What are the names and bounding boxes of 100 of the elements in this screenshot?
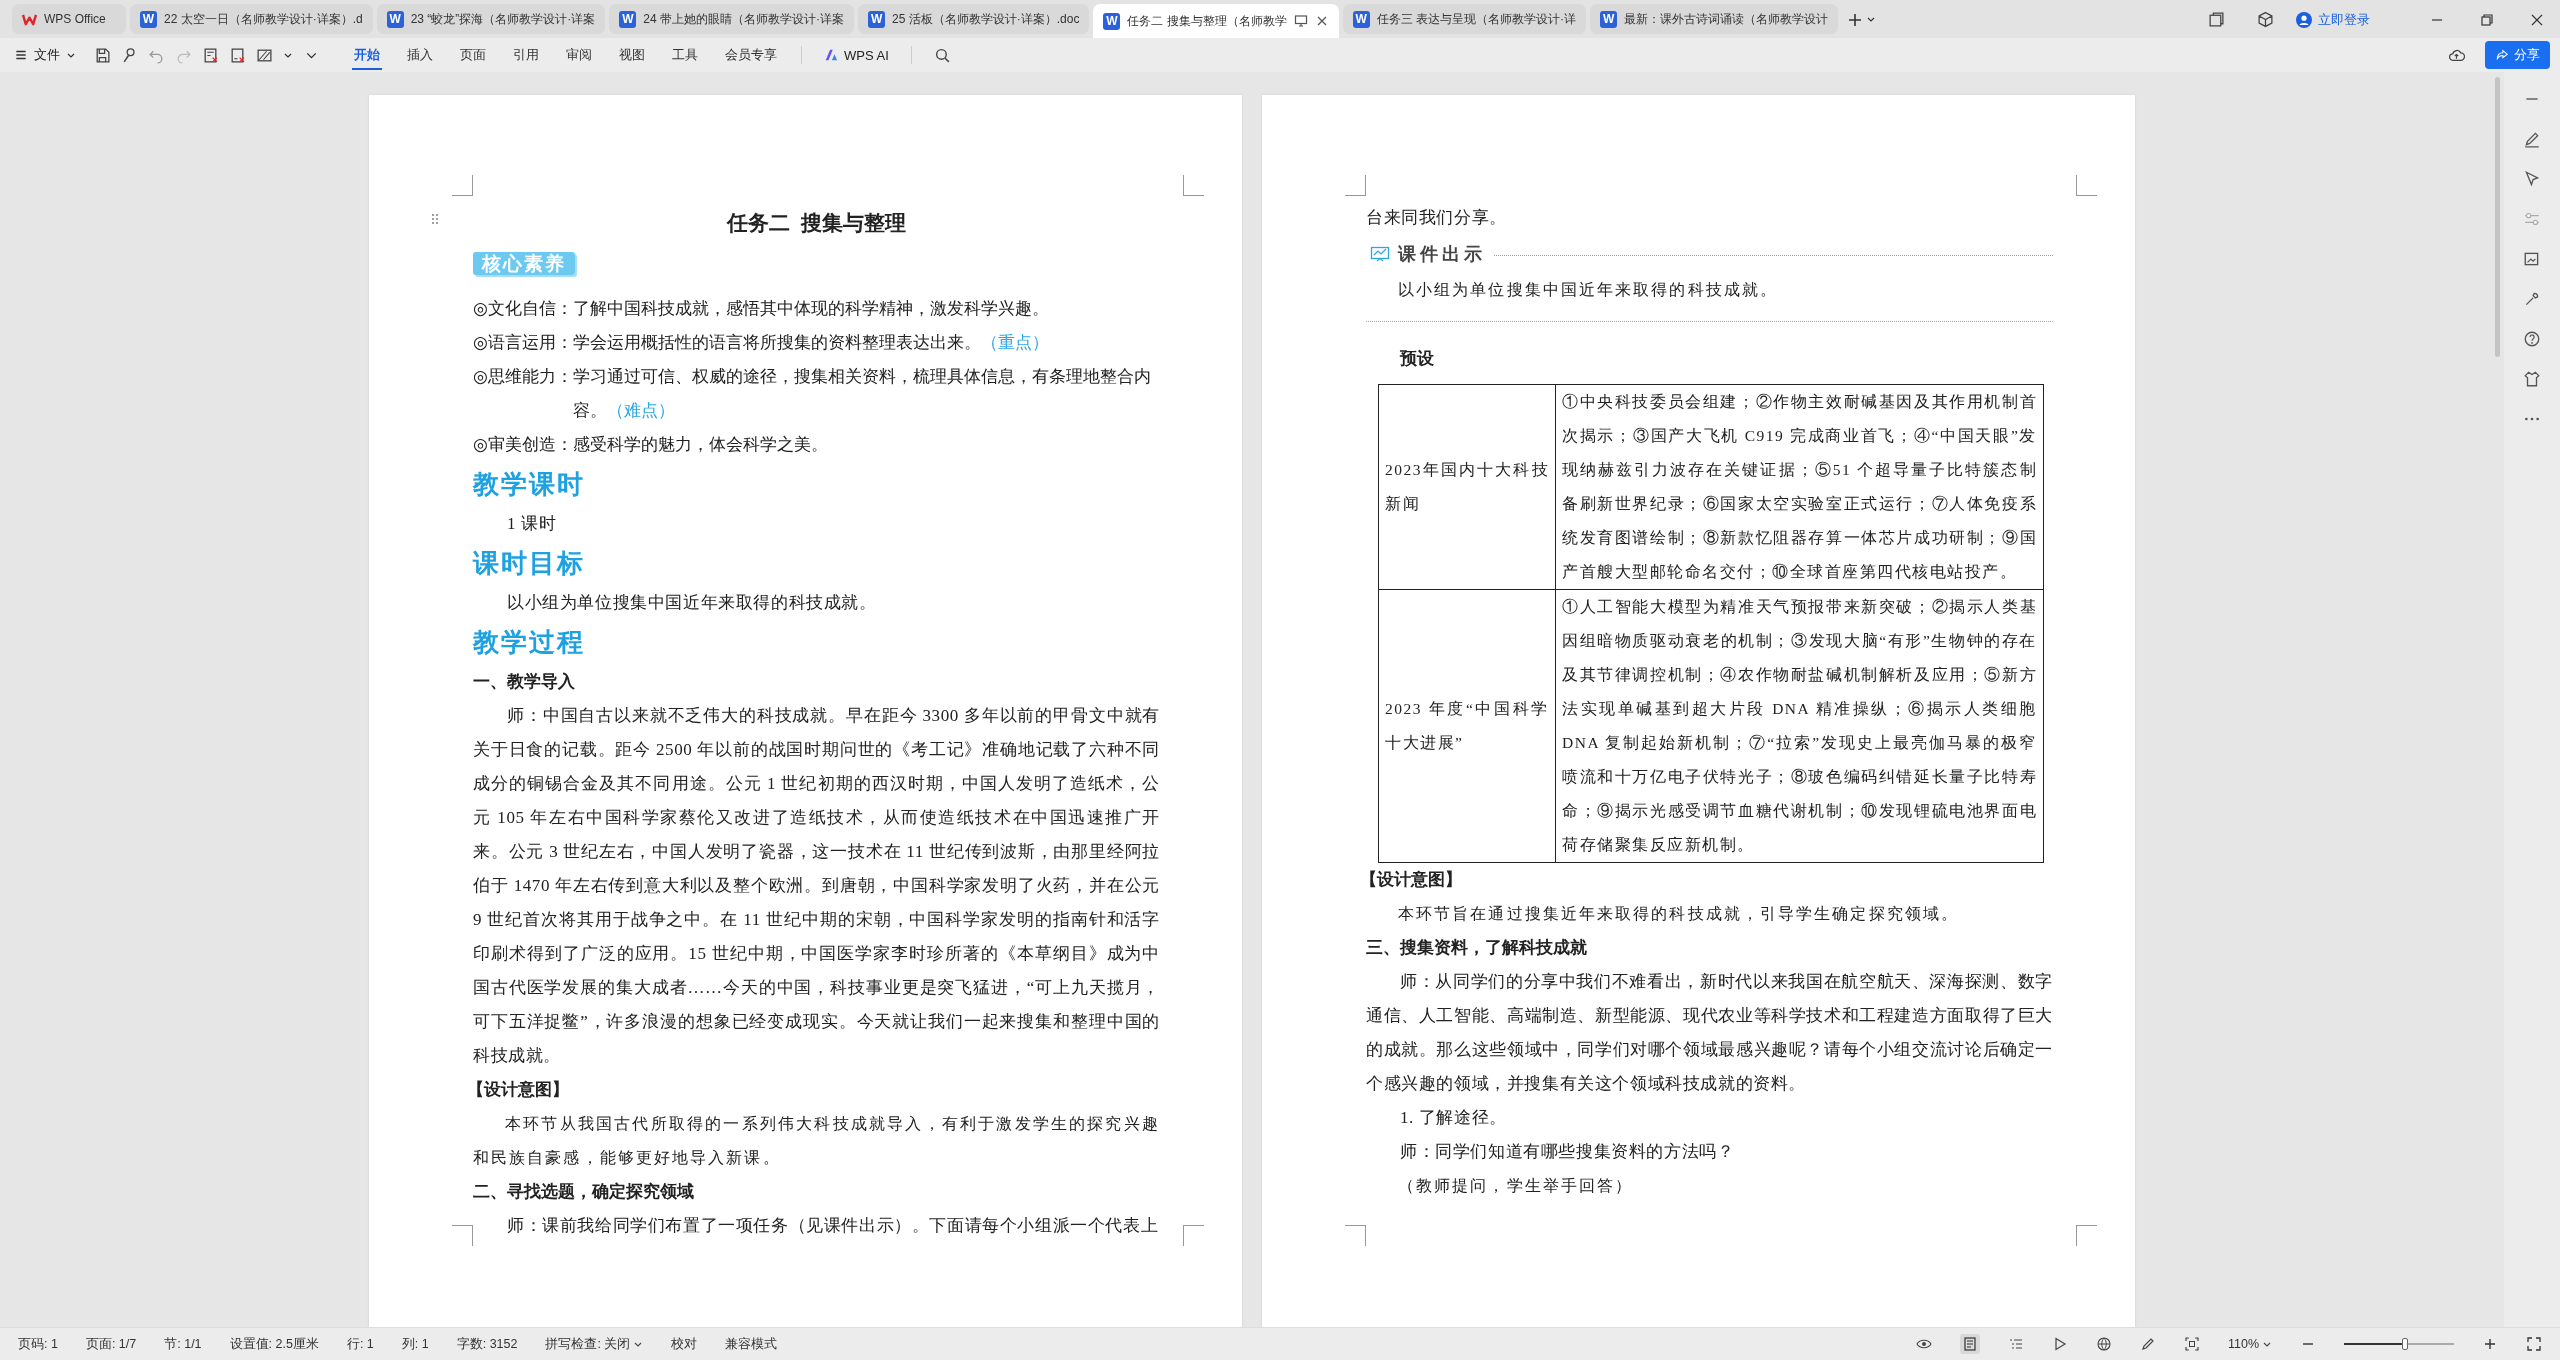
paragraph: 师：同学们知道有哪些搜集资料的方法吗？ — [1399, 1141, 1736, 1163]
paragraph: 1 课时 — [506, 513, 558, 535]
ribbon-tab[interactable]: 会员专享 — [723, 40, 779, 70]
ribbon-tab[interactable]: 审阅 — [564, 40, 594, 70]
file-menu[interactable]: 文件 — [14, 46, 76, 64]
table-cell: ①中央科技委员会组建；②作物主效耐碱基因及其作用机制首次揭示；③国产大飞机 C919 完成商业首飞；④“中国天眼”发现纳赫兹引力波存在关键证据；⑤51 个超导量子比特簇态制备刷新世界纪录；⑥国家太空实验室正式运行；⑦人体免疫系统发育图谱绘制；⑧新款忆阻器存算一体芯片成功研制；⑨国产首艘大型邮轮命名交付；⑩全球首座第四代核电站投产。 — [1555, 384, 2044, 590]
document-tab[interactable]: W 24 带上她的眼睛（名师教学设计·详案 — [609, 4, 855, 34]
help-icon[interactable] — [2523, 330, 2541, 348]
document-tab[interactable]: W 任务三 表达与呈现（名师教学设计·详 — [1342, 4, 1587, 34]
item-text: 感受科学的魅力，体会科学之美。 — [572, 434, 829, 456]
status-item[interactable]: 拼写检查: 关闭 — [545, 1335, 644, 1353]
presentation-icon — [1370, 246, 1390, 262]
ribbon-tab[interactable]: 插入 — [405, 40, 435, 70]
paragraph: 本环节旨在通过搜集近年来取得的科技成就，引导学生确定探究领域。 — [1397, 904, 1961, 924]
section-badge: 核心素养 — [473, 252, 575, 275]
paragraph: 本环节从我国古代所取得的一系列伟大科技成就导入，有利于激发学生的探究兴趣和民族自豪感，能够更好地导入新课。 — [473, 1114, 1160, 1168]
ribbon-tab[interactable]: 引用 — [511, 40, 541, 70]
search-icon[interactable] — [933, 46, 951, 64]
slider-thumb[interactable] — [2401, 1338, 2408, 1350]
close-icon[interactable] — [2529, 12, 2545, 28]
cube-icon[interactable] — [2257, 11, 2274, 28]
item-label: ◎语言运用： — [473, 332, 573, 354]
design-label: 【设计意图】 — [467, 1079, 570, 1101]
paragraph: 台来同我们分享。 — [1366, 207, 1508, 229]
paragraph: 师：从同学们的分享中我们不难看出，新时代以来我国在航空航天、深海探测、数字通信、人工智能、高端制造、新型能源、现代农业等科学技术和工程建造方面取得了巨大的成就。那么这些领域中，同学们对哪个领域最感兴趣呢？请每个小组交流讨论后确定一个感兴趣的领域，并搜集有关这个领域科技成就的资料。 — [1366, 971, 2053, 1095]
status-item[interactable]: 设置值: 2.5厘米 — [229, 1335, 319, 1353]
status-item[interactable]: 页面: 1/7 — [85, 1335, 137, 1353]
drag-handle-icon[interactable] — [431, 213, 439, 225]
document-tab[interactable]: WPS Office — [12, 4, 126, 34]
status-item[interactable]: 行: 1 — [346, 1335, 374, 1353]
status-item[interactable]: 兼容模式 — [725, 1335, 778, 1353]
fullscreen-icon[interactable] — [2526, 1336, 2542, 1352]
share-button[interactable]: 分享 — [2485, 41, 2550, 69]
cursor-icon[interactable] — [2523, 170, 2541, 188]
restore-icon[interactable] — [2479, 12, 2495, 28]
pen-icon[interactable] — [2139, 1336, 2156, 1352]
shirt-icon[interactable] — [2523, 370, 2541, 388]
status-item[interactable]: 节: 1/1 — [164, 1335, 202, 1353]
save-icon[interactable] — [94, 46, 111, 64]
window-split-icon[interactable] — [2208, 11, 2225, 28]
paragraph: 师：中国自古以来就不乏伟大的科技成就。早在距今 3300 多年以前的甲骨文中就有关于日食的记载。距今 2500 年以前的战国时期问世的《考工记》准确地记载了六种不同成分的铜锡合金及其不同用途。公元 1 世纪初期的西汉时期，中国人发明了造纸术，公元 105 年左右中国科学家蔡伦又改进了造纸技术，从而使造纸技术在中国迅速推广开来。公元 3 世纪左右，中国人发明了瓷器，这一技术在 11 世纪传到波斯，由那里经阿拉伯于 1470 年左右传到意大利以及整个欧洲。到唐朝，中国科学家发明了火药，并在公元 9 世纪首次将其用于战争之中。在 11 世纪中期的宋朝，中国科学家发明的指南针和活字印刷术得到了广泛的应用。15 世纪中期，中国医学家李时珍所著的《本草纲目》成为中国古代医学发展的集大成者……今天的中国，科技事业更是突飞猛进，“可上九天揽月，可下五洋捉鳖”，许多浪漫的想象已经变成现实。今天就让我们一起来搜集和整理中国的科技成就。 — [473, 705, 1160, 1067]
corner-mark — [452, 1225, 473, 1246]
scrollbar-thumb[interactable] — [2495, 77, 2500, 357]
ai-button[interactable]: WPS AI — [824, 47, 889, 63]
document-tab[interactable]: W 任务二 搜集与整理（名师教学 — [1093, 4, 1339, 38]
status-item[interactable]: 校对 — [671, 1335, 698, 1353]
document-delete-icon[interactable] — [229, 46, 246, 64]
login-button[interactable]: 立即登录 — [2296, 11, 2370, 29]
subheading: 三、搜集资料，了解科技成就 — [1366, 937, 1588, 959]
item-text: 学习通过可信、权威的途径，搜集相关资料，梳理具体信息，有条理地整合内容。（难点） — [572, 366, 1152, 422]
word-badge: W — [619, 10, 637, 28]
page-view-icon[interactable] — [1959, 1334, 1980, 1354]
item-label: ◎思维能力： — [473, 366, 573, 388]
document-tab[interactable]: W 23 “蛟龙”探海（名师教学设计·详案 — [376, 4, 606, 34]
subheading: 预设 — [1398, 348, 1435, 370]
wps-logo-icon — [22, 12, 37, 26]
image-edit-icon[interactable] — [2523, 250, 2541, 268]
word-badge: W — [1103, 12, 1121, 30]
document-title: 任务二 搜集与整理 — [725, 210, 907, 237]
fit-page-icon[interactable] — [2183, 1336, 2200, 1352]
item-text: 了解中国科技成就，感悟其中体现的科学精神，激发科学兴趣。 — [572, 298, 1050, 320]
word-badge: W — [140, 10, 157, 28]
zoom-level[interactable]: 110% — [2227, 1337, 2272, 1351]
table-cell: ①人工智能大模型为精准天气预报带来新突破；②揭示人类基因组暗物质驱动衰老的机制；③发现大脑“有形”生物钟的存在及其节律调控机制；④农作物耐盐碱机制解析及应用；⑤新方法实现单碱基到超大片段 DNA 精准操纵；⑥揭示人类细胞 DNA 复制起始新机制；⑦“拉索”发现史上最亮伽马暴的极窄喷流和十万亿电子伏特光子；⑧玻色编码纠错延长量子比特寿命；⑨揭示光感受调节血糖代谢机制；⑩发现锂硫电池界面电荷存储聚集反应新机制。 — [1555, 589, 2044, 863]
design-label: 【设计意图】 — [1360, 869, 1463, 891]
paragraph: 师：课前我给同学们布置了一项任务（见课件出示）。下面请每个小组派一个代表上 — [506, 1215, 1160, 1237]
corner-mark — [452, 175, 473, 196]
paragraph: （教师提问，学生举手回答） — [1397, 1176, 1635, 1196]
word-badge: W — [386, 10, 404, 28]
section-heading: 教学课时 — [473, 468, 586, 501]
corner-mark — [1345, 175, 1366, 196]
status-item[interactable]: 列: 1 — [401, 1335, 429, 1353]
status-item[interactable]: 页码: 1 — [18, 1335, 58, 1353]
word-badge: W — [1600, 10, 1618, 28]
paragraph: 1. 了解途径。 — [1399, 1107, 1508, 1129]
table-cell: 2023 年度“中国科学十大进展” — [1378, 589, 1556, 863]
share-icon — [2495, 48, 2509, 62]
ribbon-tab[interactable]: 工具 — [670, 40, 700, 70]
document-tab[interactable]: W 25 活板（名师教学设计·详案）.doc — [858, 4, 1090, 34]
callout-title: 课件出示 — [1398, 243, 1486, 266]
status-item[interactable]: 字数: 3152 — [456, 1335, 518, 1353]
ribbon-tab[interactable]: 开始 — [352, 40, 382, 70]
corner-mark — [2076, 1225, 2097, 1246]
new-tab-icon[interactable] — [1848, 12, 1877, 28]
pen-icon[interactable] — [2523, 130, 2541, 148]
document-tab[interactable]: W 22 太空一日（名师教学设计·详案）.d — [130, 4, 373, 34]
monitor-icon[interactable] — [1293, 14, 1308, 28]
ribbon-tab[interactable]: 视图 — [617, 40, 647, 70]
paragraph: 以小组为单位搜集中国近年来取得的科技成就。 — [506, 592, 878, 614]
section-heading: 教学过程 — [473, 626, 586, 659]
menu-icon — [14, 48, 28, 62]
section-heading: 课时目标 — [473, 547, 586, 580]
subheading: 二、寻找选题，确定探究领域 — [473, 1181, 695, 1203]
print-preview-icon[interactable] — [202, 46, 219, 64]
zoom-in-icon[interactable] — [2482, 1336, 2498, 1352]
sliders-icon[interactable] — [2523, 210, 2541, 228]
ribbon-tab[interactable]: 页面 — [458, 40, 488, 70]
subheading: 一、教学导入 — [473, 671, 576, 693]
globe-icon[interactable] — [2095, 1336, 2112, 1352]
document-tab[interactable]: W 最新：课外古诗词诵读（名师教学设计 — [1590, 4, 1839, 34]
